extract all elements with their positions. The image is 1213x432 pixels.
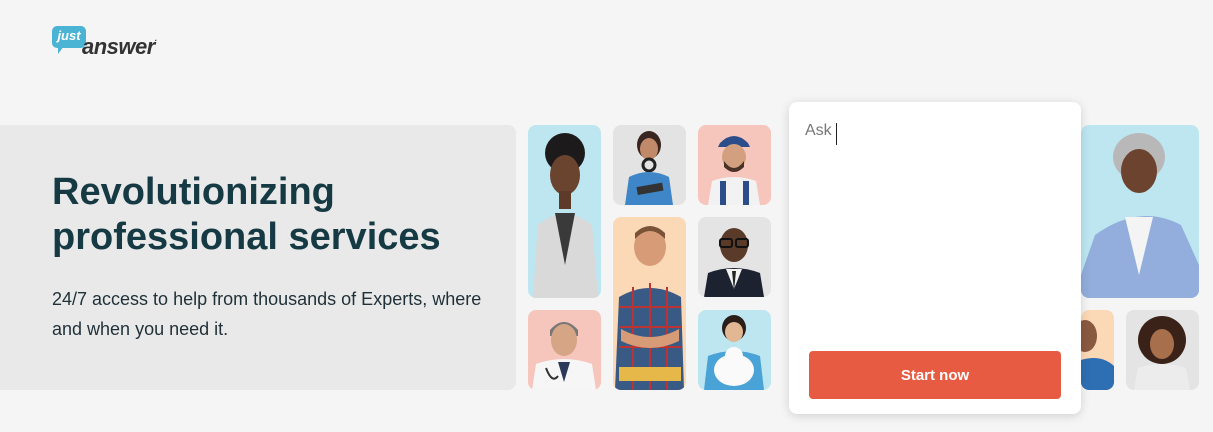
expert-photo-doctor: [528, 310, 601, 390]
expert-photo-handyman: [613, 217, 686, 390]
ask-input[interactable]: [805, 122, 1061, 332]
expert-photo-man-scrubs: [1081, 310, 1114, 390]
expert-photo-woman-curly: [1126, 310, 1199, 390]
expert-photo-woman-tablet: [613, 125, 686, 205]
expert-photo-mechanic: [698, 125, 771, 205]
expert-photo-woman-smiling: [1081, 125, 1199, 298]
logo-mark: .: [154, 34, 157, 43]
expert-photo-vet-cat: [698, 310, 771, 390]
hero-title: Revolutionizing professional services: [52, 171, 441, 258]
justanswer-logo[interactable]: just answer.: [52, 24, 182, 60]
logo-bubble-tail: [58, 46, 64, 54]
ask-card: Start now: [789, 102, 1081, 414]
expert-photo-woman-blazer: [528, 125, 601, 298]
expert-photo-man-glasses: [698, 217, 771, 297]
logo-bubble: just: [52, 26, 86, 48]
start-now-button[interactable]: Start now: [809, 351, 1061, 399]
hero-subtitle: 24/7 access to help from thousands of Ex…: [52, 289, 482, 339]
logo-wordmark: answer: [82, 34, 155, 59]
text-caret: [836, 123, 837, 145]
